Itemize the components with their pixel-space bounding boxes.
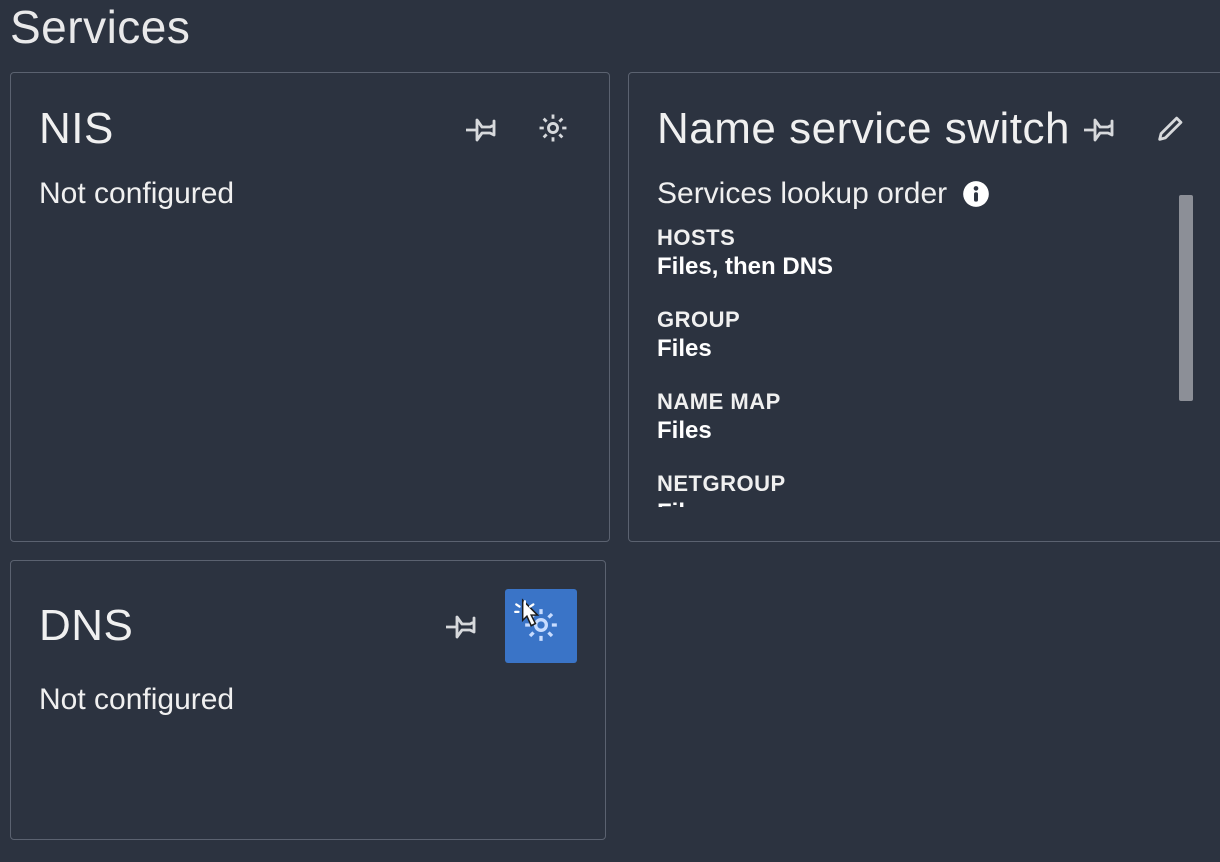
nss-item-namemap: NAME MAP Files [657,389,1159,445]
nss-item-value: Files [657,417,1159,445]
nss-card-title: Name service switch [657,104,1070,154]
nis-pin-button[interactable] [455,101,511,157]
dns-card-actions [435,589,577,663]
nss-item-label: NETGROUP [657,471,1159,497]
nss-content: Services lookup order HOSTS Files, then … [657,177,1199,507]
pin-icon [446,608,480,645]
page-title: Services [10,0,1210,54]
dns-status: Not configured [39,683,577,717]
nss-card-header: Name service switch [657,101,1199,157]
nss-card: Name service switch [628,72,1220,542]
nss-item-label: NAME MAP [657,389,1159,415]
nss-subheading: Services lookup order [657,177,947,211]
pin-icon [1084,111,1118,148]
nss-item-value: Files, then DNS [657,253,1159,281]
nss-item-netgroup: NETGROUP Files [657,471,1159,507]
dns-card-title: DNS [39,601,133,651]
nis-card-header: NIS [39,101,581,157]
nss-item-value: Files [657,335,1159,363]
gear-icon [536,111,570,148]
nss-scrollbar[interactable] [1179,195,1193,401]
nss-item-label: GROUP [657,307,1159,333]
nis-card: NIS Not configured [10,72,610,542]
cards-grid: NIS Not configured [10,72,1210,840]
dns-pin-button[interactable] [435,598,491,654]
nss-item-hosts: HOSTS Files, then DNS [657,225,1159,281]
nss-item-group: GROUP Files [657,307,1159,363]
info-icon[interactable] [961,179,991,209]
nss-body: Services lookup order HOSTS Files, then … [657,177,1199,507]
nis-status: Not configured [39,177,581,211]
nis-card-actions [455,101,581,157]
pencil-icon [1154,111,1188,148]
nss-card-actions [1073,101,1199,157]
dns-card: DNS [10,560,606,840]
dns-settings-button[interactable] [505,589,577,663]
nis-card-title: NIS [39,104,114,154]
dns-card-header: DNS [39,589,577,663]
nis-settings-button[interactable] [525,101,581,157]
pin-icon [466,111,500,148]
nss-item-value: Files [657,499,1159,507]
gear-icon [521,605,561,648]
nss-edit-button[interactable] [1143,101,1199,157]
nss-pin-button[interactable] [1073,101,1129,157]
nss-item-label: HOSTS [657,225,1159,251]
nss-subheading-row: Services lookup order [657,177,1159,211]
